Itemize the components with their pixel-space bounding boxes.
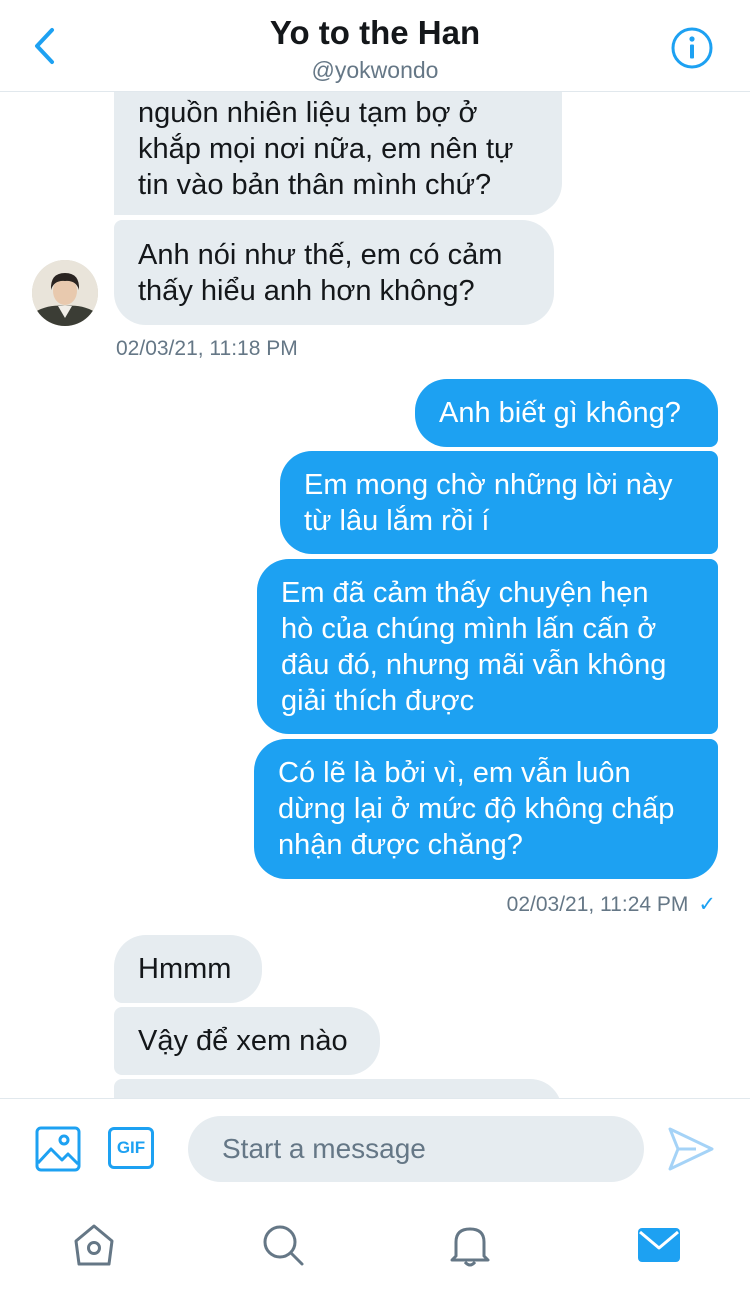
message-bubble-received[interactable]: Anh nói như thế, em có cảm thấy hiểu anh… (114, 220, 554, 325)
tab-notifications[interactable] (447, 1222, 493, 1268)
image-icon (35, 1126, 81, 1172)
avatar-photo-icon (32, 260, 98, 326)
message-bubble-received-partial[interactable] (114, 1079, 562, 1098)
tab-home[interactable] (71, 1222, 117, 1268)
message-timestamp: 02/03/21, 11:24 PM ✓ (507, 892, 716, 917)
message-line: khắp mọi nơi nữa, em nên tự (138, 133, 514, 165)
message-line: Anh biết gì không? (439, 397, 681, 429)
tab-search[interactable] (260, 1222, 306, 1268)
message-bubble-received[interactable]: Hmmm (114, 935, 262, 1003)
send-icon (668, 1127, 714, 1171)
message-line: đâu đó, nhưng mãi vẫn không (281, 648, 667, 681)
add-image-button[interactable] (34, 1125, 82, 1173)
message-line: Hmmm (138, 953, 232, 985)
message-line: thấy hiểu anh hơn không? (138, 274, 475, 307)
conversation-handle: @yokwondo (311, 57, 439, 83)
message-line: nhận được chăng? (278, 829, 523, 861)
info-icon (671, 27, 713, 69)
message-line: hò của chúng mình lấn cấn ở (281, 612, 657, 645)
message-line: tin vào bản thân mình chứ? (138, 169, 492, 201)
message-line: nguồn nhiên liệu tạm bợ ở (138, 97, 478, 129)
avatar[interactable] (32, 260, 98, 326)
message-line: từ lâu lắm rồi í (304, 504, 490, 537)
bell-icon (450, 1227, 490, 1267)
message-bubble-sent[interactable]: Em mong chờ những lời này từ lâu lắm rồi… (280, 451, 718, 554)
message-line: Anh nói như thế, em có cảm (138, 238, 503, 271)
message-line: dừng lại ở mức độ không chấp (278, 793, 675, 825)
message-line: Có lẽ là bởi vì, em vẫn luôn (278, 757, 631, 789)
timestamp-text: 02/03/21, 11:24 PM (506, 892, 689, 916)
message-line: Em mong chờ những lời này (304, 468, 673, 501)
message-bubble-sent[interactable]: Em đã cảm thấy chuyện hẹn hò của chúng m… (257, 559, 718, 734)
message-bubble-sent[interactable]: Có lẽ là bởi vì, em vẫn luôn dừng lại ở … (254, 739, 718, 879)
read-receipt-icon: ✓ (698, 893, 716, 916)
conversation-header: Yo to the Han @yokwondo (0, 0, 750, 92)
info-button[interactable] (670, 26, 714, 70)
send-button[interactable] (666, 1125, 716, 1173)
mail-icon (638, 1228, 680, 1262)
message-bubble-sent[interactable]: Anh biết gì không? (415, 379, 718, 447)
home-icon (74, 1224, 114, 1266)
message-line: Vậy để xem nào (138, 1025, 348, 1057)
add-gif-button[interactable]: GIF (108, 1127, 154, 1169)
message-list[interactable]: nguồn nhiên liệu tạm bợ ở khắp mọi nơi n… (0, 92, 750, 1098)
message-bubble-received[interactable]: Vậy để xem nào (114, 1007, 380, 1075)
tab-messages[interactable] (636, 1222, 682, 1268)
conversation-title: Yo to the Han (269, 14, 481, 51)
message-line: Em đã cảm thấy chuyện hẹn (281, 576, 649, 609)
tab-bar (0, 1198, 750, 1297)
message-composer: GIF (0, 1098, 750, 1198)
message-timestamp: 02/03/21, 11:18 PM (116, 337, 298, 360)
message-input[interactable] (188, 1116, 644, 1182)
search-icon (263, 1225, 304, 1266)
message-line: giải thích được (281, 684, 475, 717)
message-bubble-received[interactable]: nguồn nhiên liệu tạm bợ ở khắp mọi nơi n… (114, 92, 562, 215)
